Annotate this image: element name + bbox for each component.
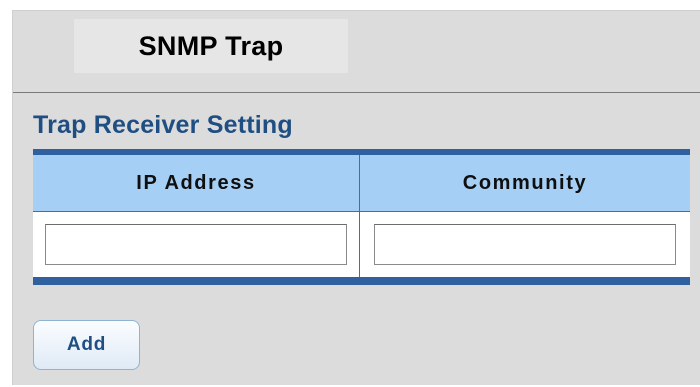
page-title: SNMP Trap <box>138 30 284 61</box>
title-divider <box>13 92 700 93</box>
column-header-ip-address: IP Address <box>33 155 360 211</box>
add-button[interactable]: Add <box>33 320 140 370</box>
column-header-community: Community <box>462 171 588 194</box>
ip-address-cell <box>33 212 360 277</box>
page-title-box: SNMP Trap <box>74 19 348 73</box>
community-cell <box>360 212 690 277</box>
trap-receiver-table: IP Address Community <box>33 149 690 289</box>
ip-address-input[interactable] <box>45 224 347 265</box>
table-bottom-bar <box>33 277 690 285</box>
table-row <box>33 212 690 277</box>
content-panel: SNMP Trap Trap Receiver Setting IP Addre… <box>12 10 700 385</box>
community-input[interactable] <box>374 224 676 265</box>
table-header-row: IP Address Community <box>33 155 690 212</box>
section-title: Trap Receiver Setting <box>33 111 293 139</box>
